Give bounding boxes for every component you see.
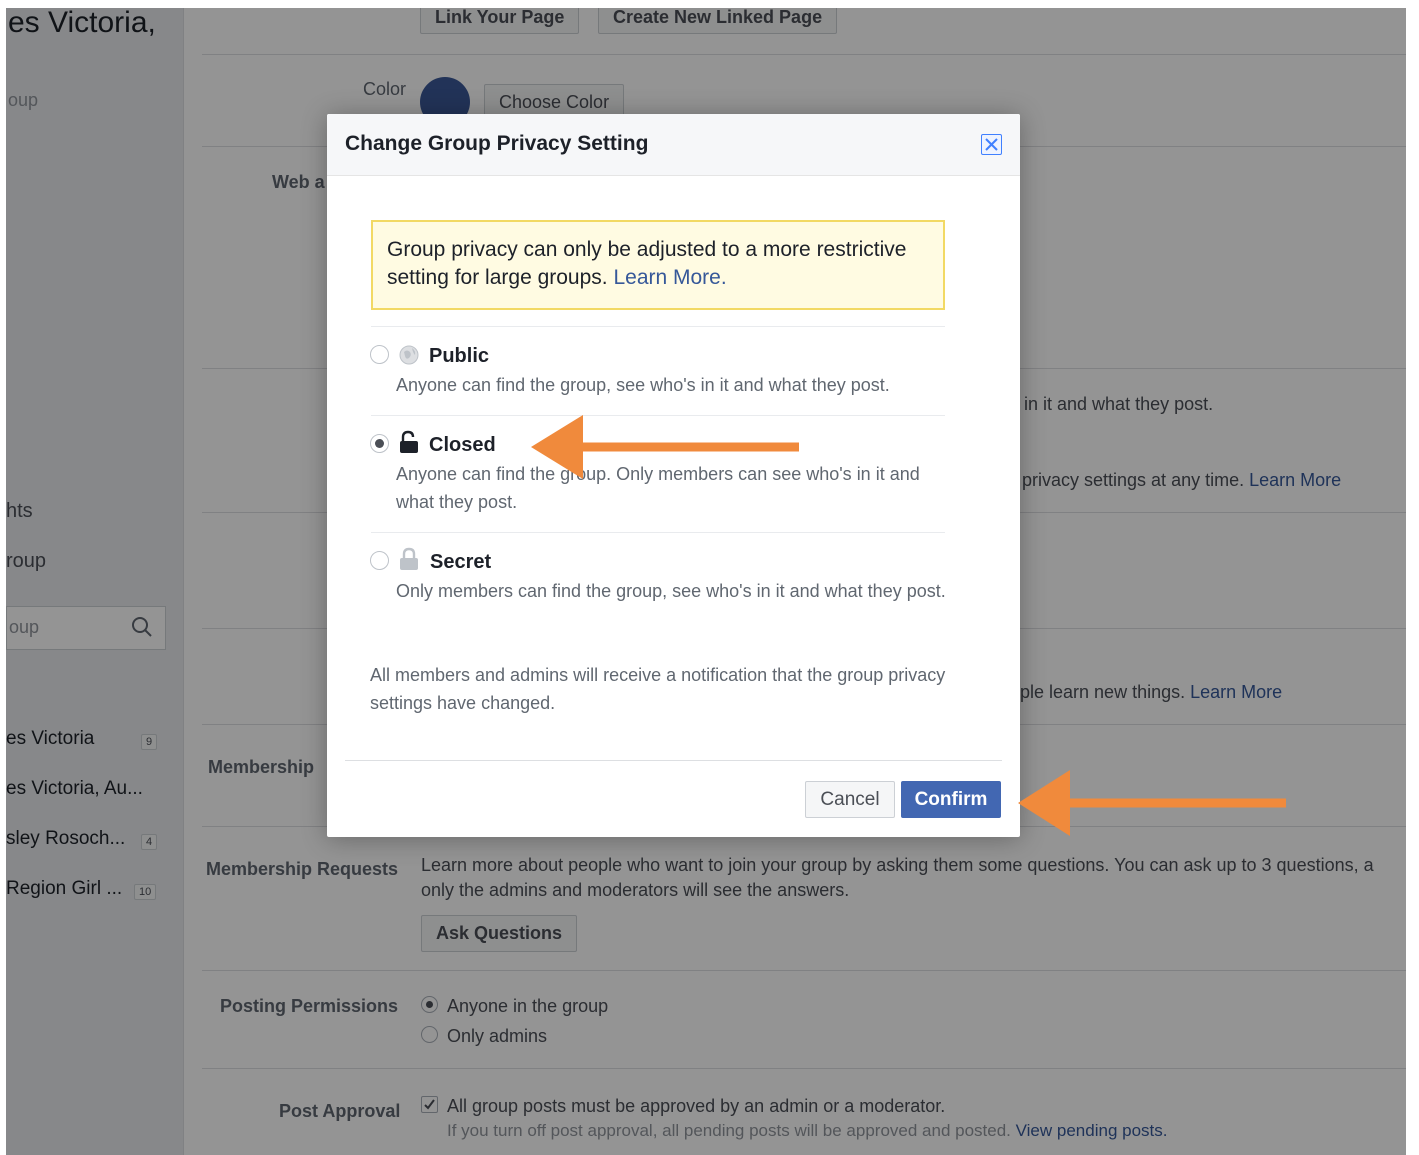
annotation-arrow-confirm (1018, 770, 1286, 836)
option-desc-public: Anyone can find the group, see who's in … (396, 375, 890, 395)
frame-edge (0, 0, 6, 1155)
annotation-arrow-closed (531, 415, 799, 479)
cancel-button[interactable]: Cancel (805, 781, 895, 818)
radio-public[interactable] (370, 345, 389, 364)
restriction-notice: Group privacy can only be adjusted to a … (371, 220, 945, 310)
confirm-button[interactable]: Confirm (901, 781, 1001, 818)
frame-edge (1406, 0, 1419, 1155)
notification-note: All members and admins will receive a no… (370, 665, 946, 713)
dialog-header: Change Group Privacy Setting (327, 114, 1020, 176)
radio-secret[interactable] (370, 551, 389, 570)
notice-learn-more-link[interactable]: Learn More. (613, 266, 726, 289)
lock-open-icon (400, 430, 418, 453)
close-button[interactable] (981, 134, 1002, 155)
close-icon (985, 138, 998, 151)
option-divider (371, 326, 945, 327)
dialog-title: Change Group Privacy Setting (345, 132, 649, 155)
footer-divider (345, 760, 1002, 761)
lock-icon (400, 547, 418, 570)
radio-closed[interactable] (370, 434, 389, 453)
option-desc-secret: Only members can find the group, see who… (396, 581, 946, 601)
globe-icon (399, 345, 419, 365)
option-label-public[interactable]: Public (429, 345, 489, 368)
frame-edge (0, 0, 1419, 8)
option-label-secret[interactable]: Secret (430, 551, 491, 574)
option-divider (371, 532, 945, 533)
option-label-closed[interactable]: Closed (429, 434, 496, 457)
